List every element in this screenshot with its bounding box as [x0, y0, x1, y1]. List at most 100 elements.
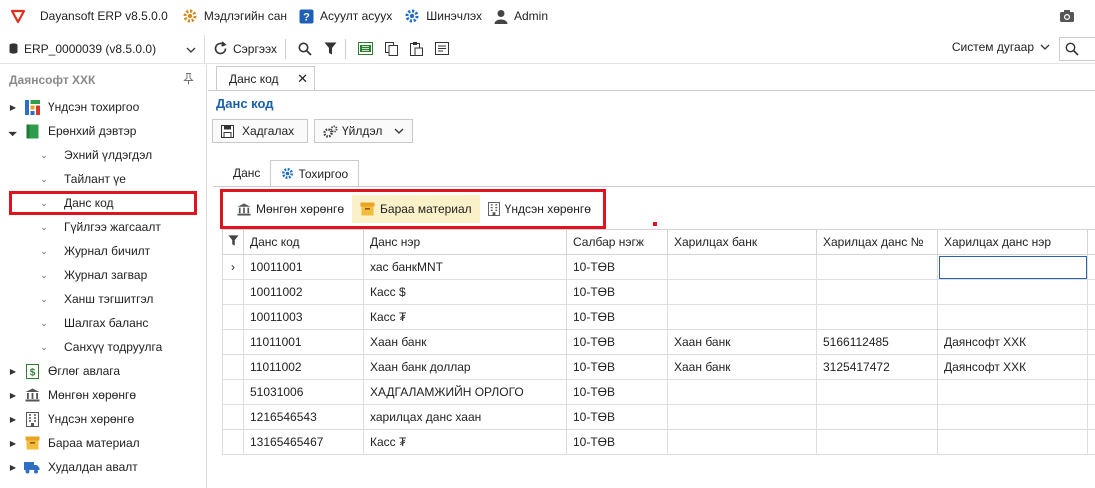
account-name-cell[interactable]: Касс $	[363, 279, 567, 305]
sidebar-item-purchasing[interactable]: ▶ Худалдан авалт	[0, 455, 206, 479]
bank-account-number-cell[interactable]	[816, 304, 938, 330]
table-row[interactable]: 10011003 Касс ₮ 10-ТӨВ	[222, 304, 1095, 330]
action-dropdown-button[interactable]: Үйлдэл	[314, 119, 413, 143]
filter-button[interactable]	[320, 37, 341, 61]
bank-account-name-cell[interactable]	[937, 279, 1088, 305]
column-header[interactable]: Харилцах данс нэр	[937, 229, 1088, 255]
branch-cell[interactable]: 10-ТӨВ	[566, 279, 668, 305]
close-icon[interactable]: ✕	[297, 71, 308, 87]
bank-account-number-cell[interactable]	[816, 279, 938, 305]
account-code-cell[interactable]: 1216546543	[243, 404, 364, 430]
account-name-cell[interactable]: хас банкMNT	[363, 254, 567, 280]
bank-account-number-cell[interactable]: 3125417472	[816, 354, 938, 380]
branch-cell[interactable]: 10-ТӨВ	[566, 354, 668, 380]
account-name-cell[interactable]: Хаан банк доллар	[363, 354, 567, 380]
account-name-cell[interactable]: Касс ₮	[363, 304, 567, 330]
bank-account-number-cell[interactable]	[816, 404, 938, 430]
branch-cell[interactable]: 10-ТӨВ	[566, 329, 668, 355]
bank-cell[interactable]	[667, 304, 817, 330]
expand-arrow-icon[interactable]: ▶	[6, 415, 20, 424]
sidebar-item-financial-notes[interactable]: ⌄ Санхүү тодруулга	[0, 335, 206, 359]
bank-account-number-cell[interactable]: 5166112485	[816, 329, 938, 355]
tab-account[interactable]: Данс	[223, 160, 270, 186]
bank-cell[interactable]: Хаан банк	[667, 354, 817, 380]
sidebar-item-fixed-assets[interactable]: ▶ Үндсэн хөрөнгө	[0, 407, 206, 431]
bank-account-name-cell[interactable]	[937, 254, 1088, 280]
sidebar-item-trial-balance[interactable]: ⌄ Шалгах баланс	[0, 311, 206, 335]
category-fixed-assets-button[interactable]: Үндсэн хөрөнгө	[480, 195, 599, 223]
column-header[interactable]: Салбар нэгж	[566, 229, 668, 255]
category-inventory-button[interactable]: Бараа материал	[352, 195, 480, 223]
table-row[interactable]: 1216546543 харилцах данс хаан 10-ТӨВ	[222, 404, 1095, 430]
branch-cell[interactable]: 10-ТӨВ	[566, 304, 668, 330]
sidebar-item-cash[interactable]: ▶ Мөнгөн хөрөнгө	[0, 383, 206, 407]
branch-cell[interactable]: 10-ТӨВ	[566, 429, 668, 455]
bank-account-number-cell[interactable]	[816, 429, 938, 455]
sidebar-item-opening-balance[interactable]: ⌄ Эхний үлдэгдэл	[0, 143, 206, 167]
column-header[interactable]: Данс код	[243, 229, 364, 255]
account-code-cell[interactable]: 13165465467	[243, 429, 364, 455]
menu-ask-question[interactable]: ? Асуулт асуух	[299, 9, 392, 24]
table-row[interactable]: 11011001 Хаан банк 10-ТӨВ Хаан банк 5166…	[222, 329, 1095, 355]
system-number-select[interactable]: Систем дугаар	[952, 40, 1050, 54]
expand-arrow-icon[interactable]: ▶	[6, 367, 20, 376]
bank-account-name-cell[interactable]: Даянсофт ХХК	[937, 329, 1088, 355]
sidebar-item-inventory[interactable]: ▶ Бараа материал	[0, 431, 206, 455]
export-excel-button[interactable]	[354, 37, 377, 61]
refresh-button[interactable]: Сэргээх	[209, 37, 281, 61]
document-tab[interactable]: Данс код ✕	[216, 66, 315, 91]
column-header[interactable]: Данс нэр	[363, 229, 567, 255]
table-row[interactable]: 13165465467 Касс ₮ 10-ТӨВ	[222, 429, 1095, 455]
column-header[interactable]: Харилцах данс №	[816, 229, 938, 255]
table-row[interactable]: 51031006 ХАДГАЛАМЖИЙН ОРЛОГО 10-ТӨВ	[222, 379, 1095, 405]
account-name-cell[interactable]: Хаан банк	[363, 329, 567, 355]
table-row[interactable]: 10011002 Касс $ 10-ТӨВ	[222, 279, 1095, 305]
tab-settings[interactable]: Тохиргоо	[270, 160, 360, 186]
account-name-cell[interactable]: ХАДГАЛАМЖИЙН ОРЛОГО	[363, 379, 567, 405]
expand-arrow-icon[interactable]: ▶	[6, 463, 20, 472]
form-button[interactable]	[431, 37, 453, 61]
sidebar-item-general-ledger[interactable]: ◢ Ерөнхий дэвтэр	[0, 119, 206, 143]
category-cash-button[interactable]: Мөнгөн хөрөнгө	[229, 195, 352, 223]
bank-cell[interactable]	[667, 279, 817, 305]
account-name-cell[interactable]: Касс ₮	[363, 429, 567, 455]
bank-account-number-cell[interactable]	[816, 379, 938, 405]
sidebar-item-payables-receivables[interactable]: ▶ $ Өглөг авлага	[0, 359, 206, 383]
menu-user[interactable]: Admin	[494, 9, 548, 24]
account-code-cell[interactable]: 51031006	[243, 379, 364, 405]
sidebar-item-transaction-list[interactable]: ⌄ Гүйлгээ жагсаалт	[0, 215, 206, 239]
bank-cell[interactable]	[667, 379, 817, 405]
bank-account-name-cell[interactable]	[937, 429, 1088, 455]
expand-arrow-icon[interactable]: ▶	[6, 439, 20, 448]
bank-account-name-cell[interactable]	[937, 304, 1088, 330]
bank-account-name-cell[interactable]	[937, 379, 1088, 405]
bank-cell[interactable]	[667, 404, 817, 430]
account-code-cell[interactable]: 10011002	[243, 279, 364, 305]
branch-cell[interactable]: 10-ТӨВ	[566, 404, 668, 430]
account-name-cell[interactable]: харилцах данс хаан	[363, 404, 567, 430]
sidebar-item-reporting-period[interactable]: ⌄ Тайлант үе	[0, 167, 206, 191]
expand-arrow-icon[interactable]: ▶	[6, 391, 20, 400]
collapse-arrow-icon[interactable]: ◢	[5, 123, 21, 139]
account-code-cell[interactable]: 11011001	[243, 329, 364, 355]
bank-cell[interactable]	[667, 429, 817, 455]
account-code-cell[interactable]: 10011003	[243, 304, 364, 330]
bank-account-name-cell[interactable]	[937, 404, 1088, 430]
table-row[interactable]: 11011002 Хаан банк доллар 10-ТӨВ Хаан ба…	[222, 354, 1095, 380]
bank-cell[interactable]	[667, 254, 817, 280]
sidebar-item-exchange-revaluation[interactable]: ⌄ Ханш тэгшитгэл	[0, 287, 206, 311]
account-code-cell[interactable]: 11011002	[243, 354, 364, 380]
menu-update[interactable]: Шинэчлэх	[404, 8, 482, 24]
sidebar-item-general-settings[interactable]: ▶ Үндсэн тохиргоо	[0, 95, 206, 119]
column-header[interactable]: Харилцах банк	[667, 229, 817, 255]
camera-icon[interactable]	[1059, 9, 1075, 26]
bank-account-number-cell[interactable]	[816, 254, 938, 280]
search-toolbar-button[interactable]	[294, 37, 316, 61]
branch-cell[interactable]: 10-ТӨВ	[566, 254, 668, 280]
copy-button[interactable]	[381, 37, 402, 61]
global-search-input[interactable]	[1059, 37, 1095, 61]
bank-account-name-cell[interactable]: Даянсофт ХХК	[937, 354, 1088, 380]
expand-arrow-icon[interactable]: ▶	[6, 103, 20, 112]
menu-knowledge-base[interactable]: Мэдлэгийн сан	[182, 8, 287, 24]
paste-button[interactable]	[406, 37, 427, 61]
